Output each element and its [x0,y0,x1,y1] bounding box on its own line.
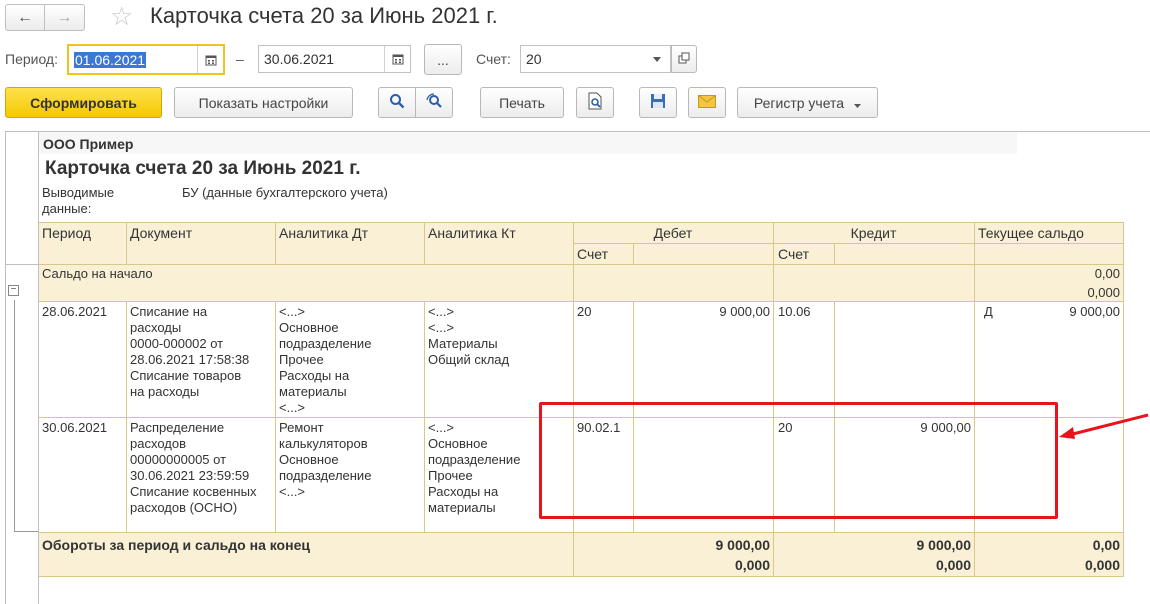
column-header-analytics-kt: Аналитика Кт [428,225,516,241]
row-1-credit-account: 10.06 [778,304,811,319]
arrow-right-icon: → [56,8,73,26]
row-2-period: 30.06.2021 [42,420,108,435]
column-header-period: Период [42,225,92,241]
output-data-label: Выводимые данные: [42,185,115,216]
calendar-icon[interactable] [384,46,410,72]
period-dash: – [236,51,244,67]
open-window-icon [678,51,690,67]
search-button[interactable] [378,87,416,118]
row-1-period: 28.06.2021 [42,304,108,319]
opening-balance-qty: 0,000 [1087,285,1120,300]
output-data-value: БУ (данные бухгалтерского учета) [182,185,388,200]
row-1-analytics-kt: <...> <...> Материалы Общий склад [428,304,510,367]
search-icon [389,93,405,112]
show-settings-button[interactable]: Показать настройки [174,87,353,118]
floppy-disk-icon [650,93,666,112]
save-button[interactable] [639,87,677,118]
period-label: Период: [5,51,58,67]
forward-button[interactable]: → [45,4,85,31]
favorite-star-icon[interactable]: ☆ [110,1,133,31]
row-1-balance-amount: 9 000,00 [1069,304,1120,319]
report-title: Карточка счета 20 за Июнь 2021 г. [45,158,361,179]
account-value: 20 [526,51,542,67]
date-to-field[interactable]: 30.06.2021 [258,45,411,73]
open-account-button[interactable] [671,45,697,73]
search-refresh-icon [425,93,443,112]
row-2-analytics-kt: <...> Основное подразделение Прочее Расх… [428,420,521,515]
back-button[interactable]: ← [5,4,45,31]
totals-credit-amount: 9 000,00 [916,537,972,553]
totals-label: Обороты за период и сальдо на конец [42,537,310,553]
chevron-down-icon [854,95,862,111]
opening-balance-amount: 0,00 [1094,266,1120,281]
period-picker-button[interactable]: ... [424,44,462,75]
page-title: Карточка счета 20 за Июнь 2021 г. [150,3,498,28]
row-1-analytics-dt: <...> Основное подразделение Прочее Расх… [279,304,372,415]
row-1-document[interactable]: Списание на расходы 0000-000002 от 28.06… [130,304,249,400]
search-settings-button[interactable] [415,87,453,118]
send-email-button[interactable] [688,87,726,118]
totals-credit-qty: 0,000 [935,557,971,573]
annotation-arrow-icon [1059,413,1149,439]
totals-debit-qty: 0,000 [734,557,770,573]
column-header-debit-account: Счет [577,246,608,262]
chevron-down-icon[interactable] [644,46,670,72]
row-1-debit-account: 20 [577,304,592,319]
column-header-balance: Текущее сальдо [978,225,1084,241]
column-header-document: Документ [130,225,193,241]
arrow-left-icon: ← [17,8,33,26]
envelope-icon [698,94,716,111]
highlight-box [539,402,1058,519]
row-2-document[interactable]: Распределение расходов 00000000005 от 30… [130,420,256,516]
opening-balance-label: Сальдо на начало [42,266,153,281]
column-header-analytics-dt: Аналитика Дт [279,225,369,241]
row-1-balance-side: Д [984,304,993,319]
column-header-credit-account: Счет [778,246,809,262]
print-button[interactable]: Печать [480,87,564,118]
register-dropdown[interactable]: Регистр учета [737,87,878,118]
group-collapse-toggle[interactable]: − [8,285,19,296]
account-select[interactable]: 20 [520,45,671,73]
column-header-debit: Дебет [653,225,693,241]
column-header-credit: Кредит [850,225,897,241]
totals-balance-amount: 0,00 [1092,537,1120,553]
company-name: ООО Пример [43,136,134,152]
print-preview-button[interactable] [576,87,614,118]
totals-balance-qty: 0,000 [1084,557,1120,573]
generate-button[interactable]: Сформировать [5,87,162,118]
register-label: Регистр учета [753,94,845,111]
date-from-field[interactable]: 01.06.2021 [67,44,225,75]
account-label: Счет: [476,51,511,67]
row-1-debit-amount: 9 000,00 [719,304,770,319]
date-from-value: 01.06.2021 [74,51,147,68]
totals-debit-amount: 9 000,00 [715,537,771,553]
calendar-icon[interactable] [197,46,223,73]
date-to-value: 30.06.2021 [264,51,335,67]
row-2-analytics-dt: Ремонт калькуляторов Основное подразделе… [279,420,372,499]
print-preview-icon [587,92,603,113]
